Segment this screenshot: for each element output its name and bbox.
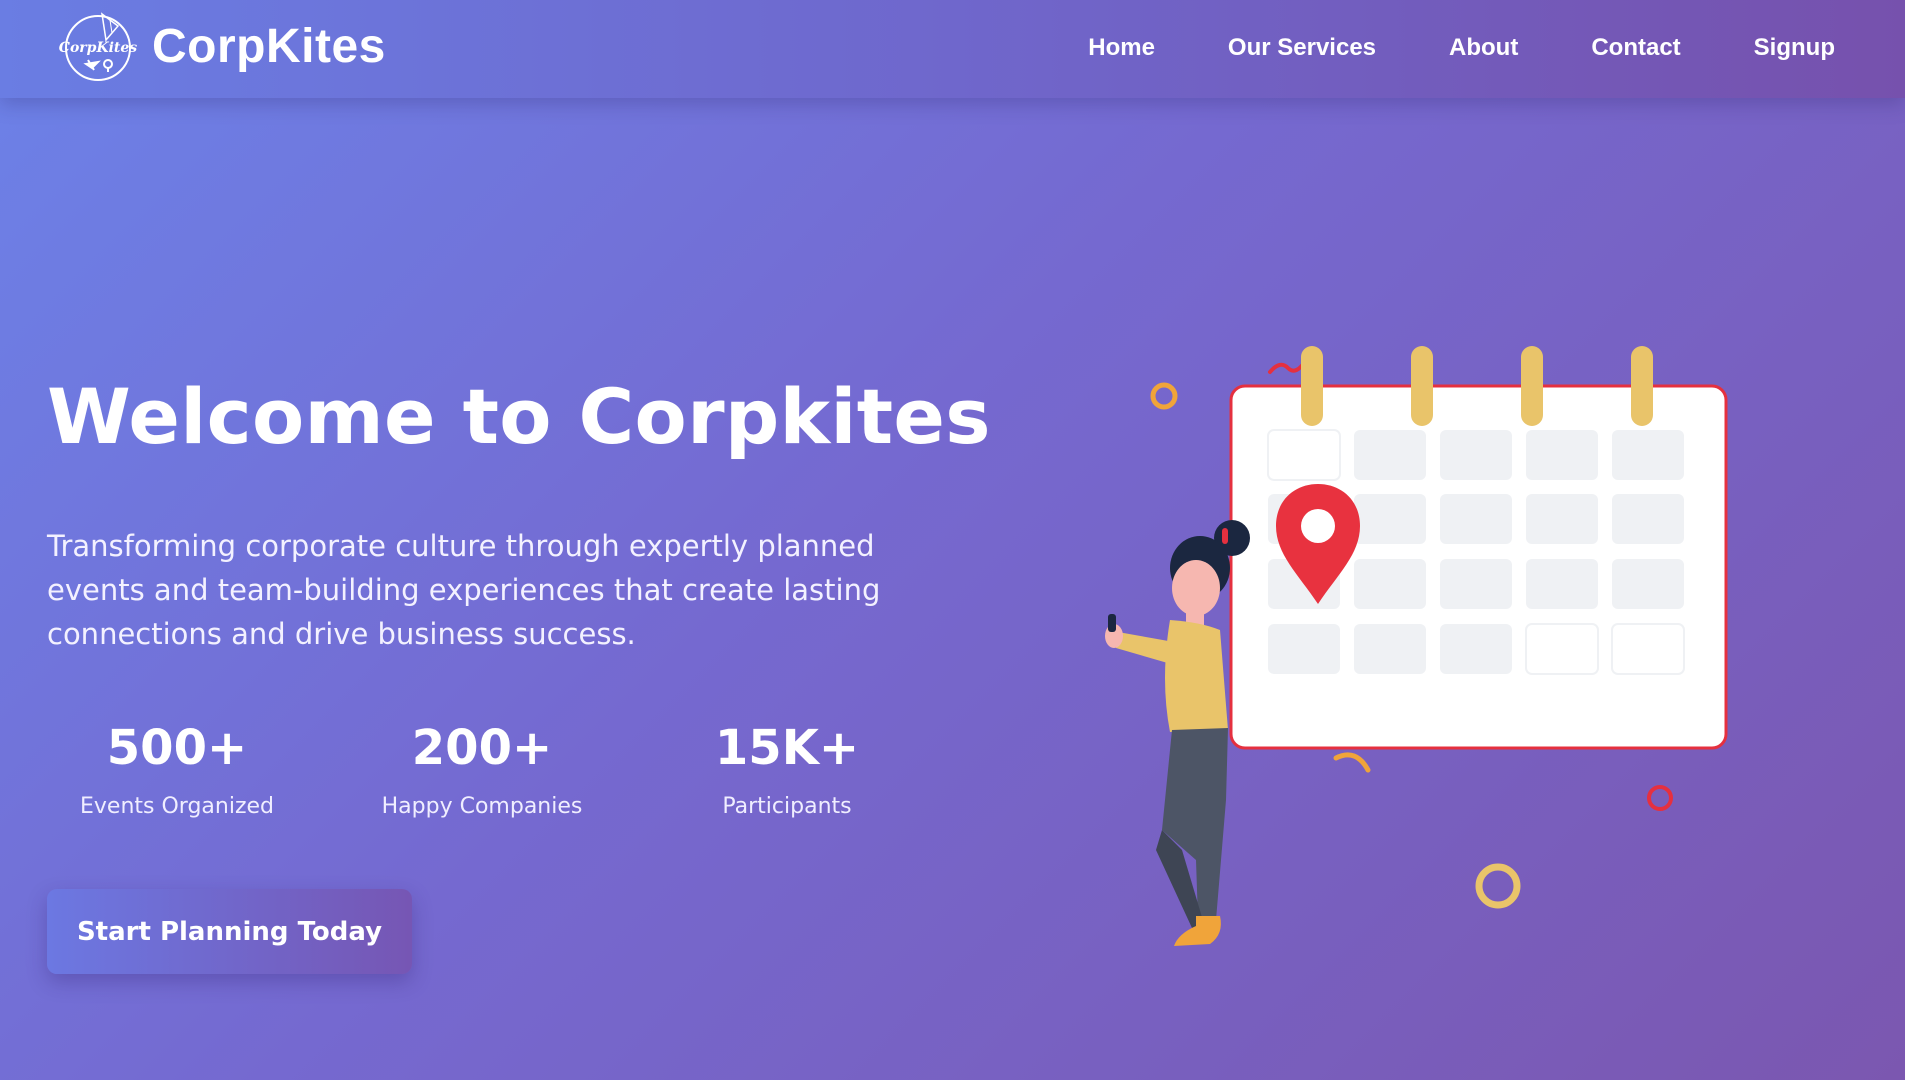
stats-row: 500+ Events Organized 200+ Happy Compani… [47, 720, 917, 840]
calendar-illustration [1105, 346, 1728, 946]
main-nav: Home Our Services About Contact Signup [1015, 34, 1835, 62]
decor-squiggle-orange [1333, 752, 1371, 773]
person-with-phone [1105, 520, 1250, 946]
nav-link-signup[interactable]: Signup [1754, 34, 1835, 62]
decor-squiggle-red [1268, 358, 1308, 374]
stat-value: 200+ [411, 720, 553, 776]
nav-link-our-services[interactable]: Our Services [1228, 34, 1376, 62]
stat-value: 15K+ [714, 720, 860, 776]
svg-text:CorpKites: CorpKites [59, 40, 138, 56]
stat-events: 500+ Events Organized [47, 720, 307, 819]
stat-participants: 15K+ Participants [657, 720, 917, 819]
brand-name: CorpKites [152, 19, 386, 73]
nav-link-home[interactable]: Home [1088, 34, 1155, 62]
stat-value: 500+ [106, 720, 248, 776]
decor-ring-orange [1150, 382, 1178, 410]
stat-label: Happy Companies [381, 794, 583, 819]
start-planning-button[interactable]: Start Planning Today [47, 889, 412, 974]
nav-link-about[interactable]: About [1449, 34, 1518, 62]
stat-companies: 200+ Happy Companies [352, 720, 612, 819]
decor-ring-red [1647, 785, 1673, 811]
stat-label: Participants [722, 794, 852, 819]
corpkites-logo-icon: CorpKites [59, 12, 138, 81]
decor-ring-yellow [1475, 863, 1521, 909]
stat-label: Events Organized [79, 794, 274, 819]
hero-subtitle: Transforming corporate culture through e… [47, 529, 881, 651]
hero-title: Welcome to Corpkites [47, 372, 991, 461]
brand[interactable]: CorpKites CorpKites [58, 6, 386, 86]
nav-link-contact[interactable]: Contact [1591, 34, 1680, 62]
top-navigation-bar: CorpKites CorpKites Home Our Services Ab… [0, 0, 1905, 98]
